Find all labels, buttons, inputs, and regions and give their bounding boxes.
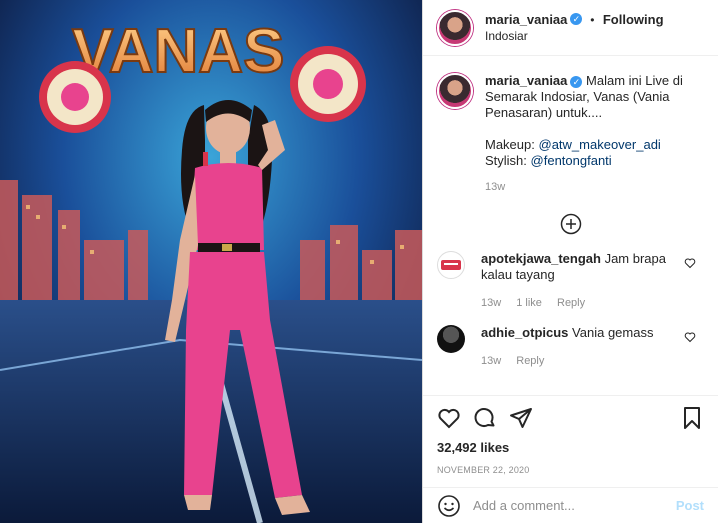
post-actions: 32,492 likes NOVEMBER 22, 2020 bbox=[423, 395, 718, 475]
author-avatar[interactable] bbox=[437, 9, 473, 46]
emoji-icon[interactable] bbox=[437, 494, 461, 518]
caption-username[interactable]: maria_vaniaa bbox=[485, 73, 567, 88]
comment-username[interactable]: apotekjawa_tengah bbox=[481, 251, 601, 266]
caption-avatar[interactable] bbox=[437, 73, 473, 109]
flower-left-icon bbox=[39, 61, 111, 133]
comment-item: apotekjawa_tengah Jam brapa kalau tayang… bbox=[423, 251, 718, 311]
comment-likes[interactable]: 1 like bbox=[516, 297, 542, 309]
post-header: maria_vaniaa ✓ • Following Indosiar bbox=[423, 0, 718, 56]
likes-count[interactable]: 32,492 likes bbox=[437, 440, 704, 455]
comment-item: adhie_otpicus Vania gemass 13w Reply bbox=[423, 325, 718, 369]
reply-button[interactable]: Reply bbox=[516, 355, 544, 367]
post-button[interactable]: Post bbox=[676, 498, 704, 513]
caption: maria_vaniaa ✓ Malam ini Live di Semarak … bbox=[423, 57, 718, 195]
comment-text: Vania gemass bbox=[572, 325, 654, 340]
post-sidebar: maria_vaniaa ✓ • Following Indosiar maria… bbox=[422, 0, 718, 523]
commenter-avatar[interactable] bbox=[437, 251, 465, 279]
comment-time: 13w bbox=[481, 297, 502, 309]
author-username[interactable]: maria_vaniaa bbox=[485, 12, 567, 27]
comments-list[interactable]: maria_vaniaa ✓ Malam ini Live di Semarak … bbox=[423, 57, 718, 395]
like-comment-heart-icon[interactable] bbox=[684, 257, 696, 269]
post-location[interactable]: Indosiar bbox=[485, 28, 664, 44]
reply-button[interactable]: Reply bbox=[557, 297, 585, 309]
verified-icon: ✓ bbox=[570, 75, 583, 88]
like-comment-heart-icon[interactable] bbox=[684, 331, 696, 343]
verified-icon: ✓ bbox=[570, 13, 583, 26]
makeup-mention-link[interactable]: @atw_makeover_adi bbox=[539, 137, 661, 152]
comment-input[interactable]: Add a comment... bbox=[473, 498, 676, 513]
share-paper-plane-icon[interactable] bbox=[509, 406, 533, 430]
load-more-comments-icon[interactable] bbox=[560, 213, 582, 235]
following-button[interactable]: Following bbox=[603, 12, 664, 27]
apotek-logo-icon bbox=[441, 260, 461, 270]
post-photo[interactable]: VANAS bbox=[0, 0, 422, 523]
post-date: NOVEMBER 22, 2020 bbox=[437, 465, 530, 475]
makeup-label: Makeup: bbox=[485, 137, 535, 152]
commenter-avatar[interactable] bbox=[437, 325, 465, 353]
stylish-mention-link[interactable]: @fentongfanti bbox=[531, 153, 612, 168]
comment-username[interactable]: adhie_otpicus bbox=[481, 325, 568, 340]
save-bookmark-icon[interactable] bbox=[680, 406, 704, 430]
like-heart-icon[interactable] bbox=[437, 406, 461, 430]
stage-photo-illustration: VANAS bbox=[0, 0, 422, 523]
add-comment-bar: Add a comment... Post bbox=[423, 487, 718, 523]
dot-separator: • bbox=[586, 12, 595, 27]
stylish-label: Stylish: bbox=[485, 153, 527, 168]
flower-right-icon bbox=[290, 46, 366, 122]
comment-time: 13w bbox=[481, 355, 502, 367]
caption-time: 13w bbox=[485, 181, 506, 193]
comment-bubble-icon[interactable] bbox=[473, 406, 497, 430]
